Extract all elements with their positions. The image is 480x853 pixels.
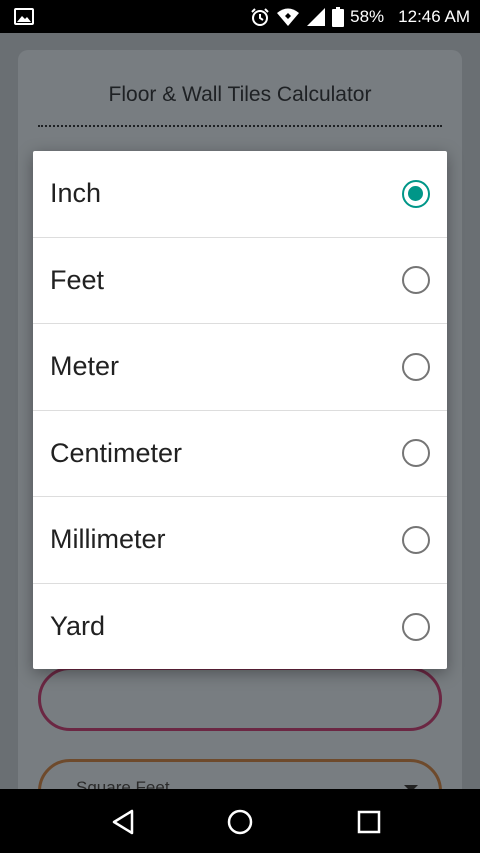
option-label: Meter bbox=[50, 351, 120, 382]
recents-button[interactable] bbox=[354, 807, 384, 837]
radio-unchecked-icon[interactable] bbox=[402, 266, 430, 295]
home-icon bbox=[227, 809, 253, 835]
navigation-bar bbox=[0, 789, 480, 853]
option-label: Centimeter bbox=[50, 437, 183, 468]
option-feet[interactable]: Feet bbox=[33, 238, 447, 324]
status-bar: 58% 12:46 AM bbox=[0, 0, 480, 33]
home-button[interactable] bbox=[225, 807, 255, 837]
signal-icon bbox=[307, 7, 326, 26]
radio-checked-icon[interactable] bbox=[402, 179, 430, 208]
radio-unchecked-icon[interactable] bbox=[402, 439, 430, 468]
back-icon bbox=[112, 809, 134, 835]
option-label: Inch bbox=[50, 178, 102, 209]
option-label: Feet bbox=[50, 264, 105, 295]
option-centimeter[interactable]: Centimeter bbox=[33, 411, 447, 497]
title-divider bbox=[38, 125, 442, 127]
radio-unchecked-icon[interactable] bbox=[402, 612, 430, 641]
input-field[interactable] bbox=[38, 667, 442, 731]
image-icon bbox=[14, 8, 34, 25]
unit-picker-dialog: Inch Feet Meter Centimeter Millimeter Ya… bbox=[33, 151, 447, 669]
back-button[interactable] bbox=[108, 807, 138, 837]
option-label: Millimeter bbox=[50, 524, 166, 555]
page-title: Floor & Wall Tiles Calculator bbox=[108, 83, 372, 106]
battery-icon bbox=[332, 6, 345, 27]
battery-percent: 58% bbox=[350, 6, 385, 26]
option-millimeter[interactable]: Millimeter bbox=[33, 497, 447, 584]
option-meter[interactable]: Meter bbox=[33, 324, 447, 411]
radio-unchecked-icon[interactable] bbox=[402, 525, 430, 554]
option-inch[interactable]: Inch bbox=[33, 151, 447, 238]
radio-unchecked-icon[interactable] bbox=[402, 352, 430, 381]
recents-icon bbox=[357, 810, 381, 834]
option-yard[interactable]: Yard bbox=[33, 584, 447, 671]
option-label: Yard bbox=[50, 611, 106, 642]
clock: 12:46 AM bbox=[398, 6, 470, 26]
alarm-icon bbox=[251, 7, 269, 26]
wifi-icon bbox=[277, 8, 300, 26]
unit-dropdown-value: Square Feet bbox=[76, 778, 170, 789]
